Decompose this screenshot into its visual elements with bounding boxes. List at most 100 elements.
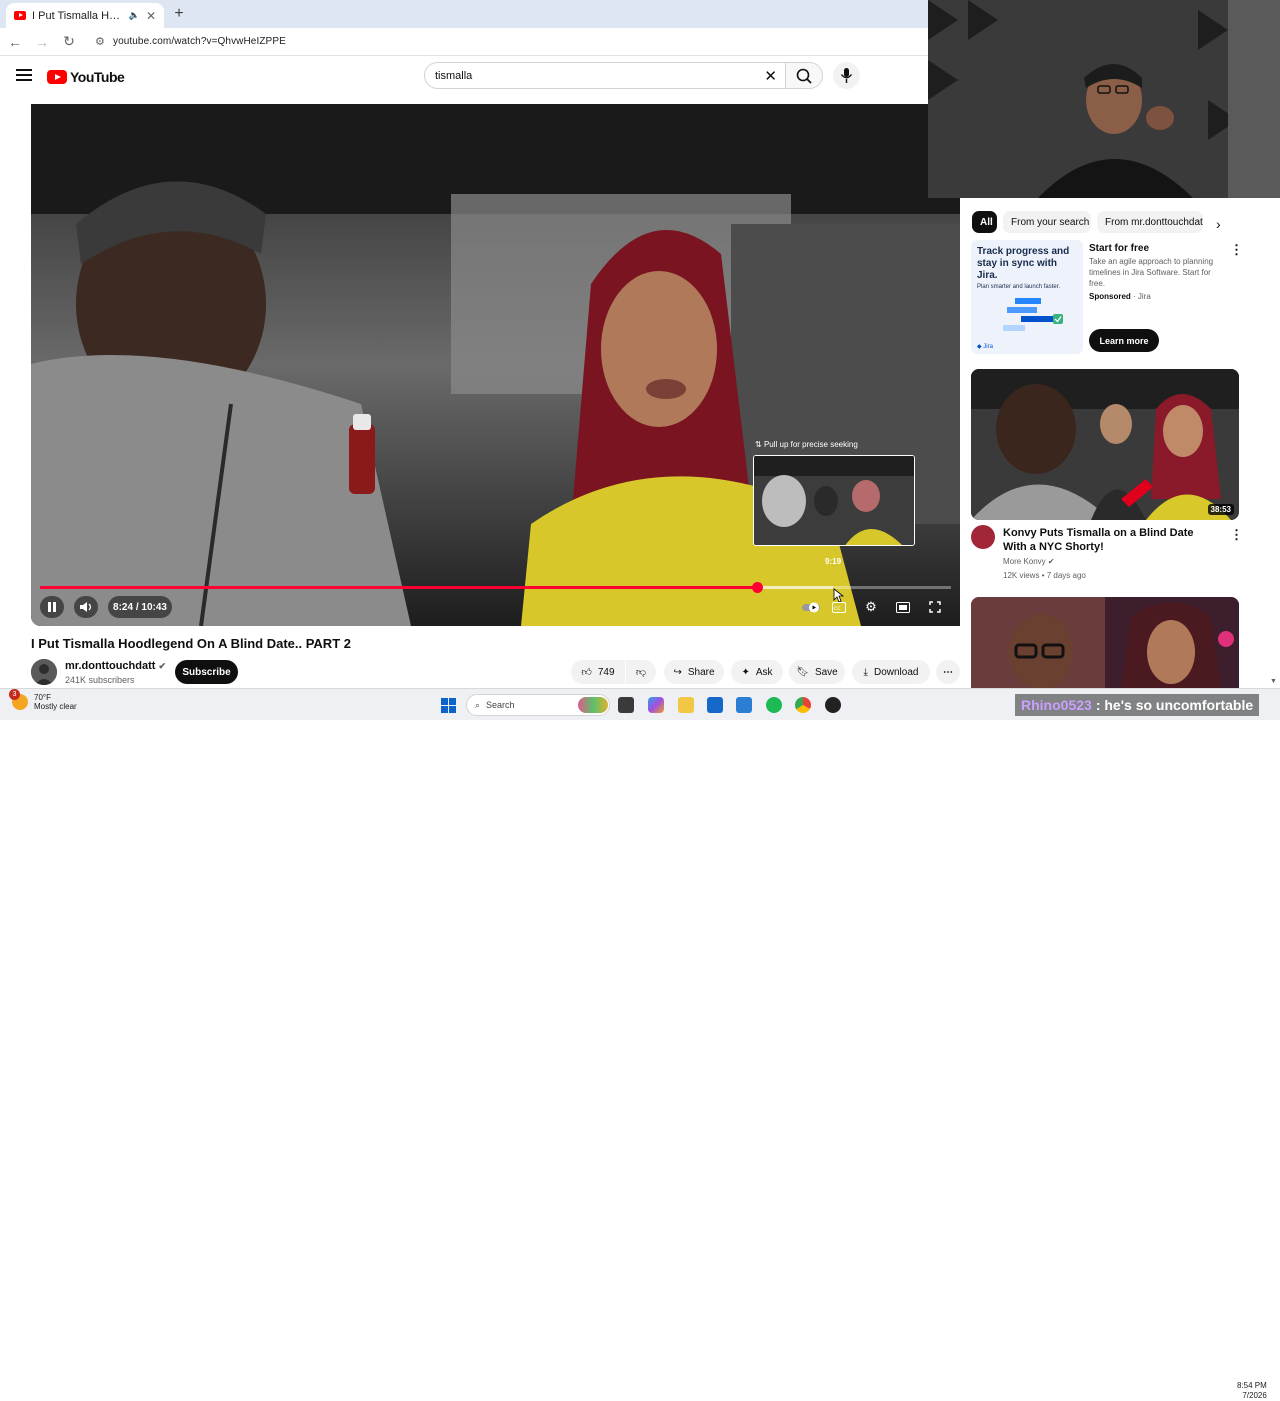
chip-from-channel[interactable]: From mr.donttouchdatt bbox=[1097, 211, 1203, 233]
copilot-icon[interactable] bbox=[648, 697, 664, 713]
close-tab-icon[interactable]: ✕ bbox=[146, 9, 156, 23]
video-more-options-icon[interactable]: ⋮ bbox=[1230, 527, 1243, 543]
search-icon bbox=[796, 68, 812, 84]
svg-text:cc: cc bbox=[834, 605, 841, 612]
scroll-down-arrow-icon[interactable]: ▼ bbox=[1270, 678, 1277, 685]
fullscreen-button[interactable] bbox=[925, 596, 945, 618]
progress-bar[interactable] bbox=[40, 582, 951, 593]
hamburger-menu-icon[interactable] bbox=[16, 69, 32, 83]
channel-avatar[interactable] bbox=[971, 525, 995, 549]
verified-check-icon: ✔ bbox=[1047, 557, 1055, 566]
tab-title: I Put Tismalla Hoodlegend bbox=[32, 9, 123, 22]
ad-more-options-icon[interactable]: ⋮ bbox=[1230, 242, 1243, 258]
learn-more-button[interactable]: Learn more bbox=[1089, 329, 1159, 352]
settings-gear-icon[interactable]: ⚙ bbox=[861, 596, 881, 618]
ad-title[interactable]: Start for free bbox=[1089, 243, 1149, 254]
ad-description: Take an agile approach to planning timel… bbox=[1089, 257, 1214, 288]
clock-date: 7/2026 bbox=[1242, 1391, 1267, 1400]
site-info-icon[interactable]: ⚙ bbox=[95, 35, 105, 48]
theater-mode-button[interactable] bbox=[893, 596, 913, 618]
save-label: Save bbox=[814, 666, 838, 678]
chip-from-your-search[interactable]: From your search bbox=[1003, 211, 1091, 233]
pause-button[interactable] bbox=[40, 596, 64, 618]
player-controls: 8:24 / 10:43 cc ⚙ bbox=[40, 596, 951, 618]
outlook-icon[interactable] bbox=[736, 697, 752, 713]
search-icon: ⌕ bbox=[475, 699, 481, 710]
spotify-icon[interactable] bbox=[766, 697, 782, 713]
video-title: I Put Tismalla Hoodlegend On A Blind Dat… bbox=[31, 636, 351, 651]
share-button[interactable]: ↪ Share bbox=[664, 660, 724, 684]
video-channel[interactable]: More Konvy ✔ bbox=[1003, 557, 1055, 566]
subscribe-button[interactable]: Subscribe bbox=[175, 660, 238, 684]
download-button[interactable]: ⤓ Download bbox=[852, 660, 930, 684]
download-label: Download bbox=[873, 666, 919, 678]
like-button[interactable]: 👍︎ 749 bbox=[571, 660, 625, 684]
search-button[interactable] bbox=[785, 62, 823, 89]
widgets-flowers-icon[interactable] bbox=[578, 697, 608, 713]
browser-tab[interactable]: I Put Tismalla Hoodlegend 🔈 ✕ bbox=[6, 3, 164, 28]
sparkle-icon: ✦ bbox=[741, 666, 750, 678]
progress-played bbox=[40, 586, 757, 589]
ad-chart-graphic bbox=[1003, 298, 1063, 331]
youtube-logo[interactable]: YouTube bbox=[47, 69, 125, 85]
ask-button[interactable]: ✦ Ask bbox=[731, 660, 783, 684]
weather-sun-icon: 3 bbox=[9, 689, 28, 710]
system-clock[interactable]: 8:54 PM 7/2026 bbox=[1237, 1381, 1267, 1401]
upload-age: 7 days ago bbox=[1046, 571, 1086, 580]
browser-nav-bar: ← → ↻ ⚙ youtube.com/watch?v=QhvwHeIZPPE bbox=[0, 28, 928, 56]
address-bar[interactable]: ⚙ youtube.com/watch?v=QhvwHeIZPPE bbox=[95, 35, 286, 48]
sponsored-ad[interactable]: Track progress and stay in sync with Jir… bbox=[971, 240, 1239, 354]
channel-name[interactable]: mr.donttouchdatt ✔ bbox=[65, 660, 166, 672]
preview-time: 9:19 bbox=[825, 557, 842, 566]
mute-button[interactable] bbox=[74, 596, 98, 618]
weather-desc: Mostly clear bbox=[34, 702, 77, 711]
notification-badge: 3 bbox=[9, 689, 20, 700]
terminal-icon[interactable] bbox=[618, 697, 634, 713]
ad-image-headline: Track progress and stay in sync with Jir… bbox=[977, 246, 1070, 281]
voice-search-button[interactable] bbox=[833, 62, 860, 89]
forward-arrow-icon[interactable]: → bbox=[30, 30, 54, 54]
pause-icon bbox=[48, 602, 56, 612]
ad-advertiser: Jira bbox=[1137, 292, 1151, 301]
save-button[interactable]: 🔖︎ Save bbox=[789, 660, 845, 684]
video-player[interactable] bbox=[31, 104, 960, 626]
video-title[interactable]: Konvy Puts Tismalla on a Blind Date With… bbox=[1003, 526, 1219, 554]
ad-image: Track progress and stay in sync with Jir… bbox=[971, 240, 1083, 354]
autoplay-icon bbox=[802, 602, 820, 613]
webcam-image bbox=[928, 0, 1280, 198]
webcam-overlay bbox=[928, 0, 1280, 198]
store-icon[interactable] bbox=[707, 697, 723, 713]
clear-search-icon[interactable]: ✕ bbox=[764, 67, 777, 85]
share-label: Share bbox=[687, 666, 715, 678]
chevron-right-icon[interactable]: › bbox=[1216, 216, 1221, 232]
more-actions-icon[interactable]: ⋯ bbox=[936, 660, 960, 684]
file-explorer-icon[interactable] bbox=[678, 697, 694, 713]
weather-widget[interactable]: 3 70°F Mostly clear bbox=[9, 689, 77, 711]
reload-icon[interactable]: ↻ bbox=[57, 30, 81, 54]
chat-username: Rhino0523 bbox=[1021, 697, 1092, 713]
video-thumbnail[interactable]: 38:53 bbox=[971, 369, 1239, 520]
dislike-button[interactable]: 👎︎ bbox=[626, 660, 656, 684]
new-tab-button[interactable]: + bbox=[170, 5, 188, 23]
video-thumbnail[interactable] bbox=[971, 597, 1239, 688]
progress-scrubber-handle[interactable] bbox=[751, 582, 763, 593]
share-arrow-icon: ↪ bbox=[673, 666, 682, 678]
app-icon[interactable] bbox=[825, 697, 841, 713]
volume-icon[interactable]: 🔈 bbox=[129, 10, 140, 21]
view-count: 12K views bbox=[1003, 571, 1040, 580]
duration-badge: 38:53 bbox=[1207, 504, 1234, 515]
autoplay-toggle[interactable] bbox=[800, 596, 822, 618]
captions-button[interactable]: cc bbox=[829, 596, 849, 618]
youtube-header: YouTube tismalla ✕ bbox=[0, 56, 960, 98]
stream-chat-overlay: Rhino0523: he's so uncomfortable bbox=[1015, 694, 1260, 716]
ad-image-sub: Plan smarter and launch faster. bbox=[977, 284, 1061, 290]
search-input[interactable]: tismalla ✕ bbox=[424, 62, 786, 89]
back-arrow-icon[interactable]: ← bbox=[3, 30, 27, 54]
chrome-icon[interactable] bbox=[795, 697, 811, 713]
verified-check-icon: ✔ bbox=[158, 661, 167, 671]
chip-all[interactable]: All bbox=[972, 211, 997, 233]
chat-message: : he's so uncomfortable bbox=[1095, 697, 1254, 713]
windows-start-icon[interactable] bbox=[441, 698, 456, 713]
seek-preview-thumbnail bbox=[753, 455, 915, 546]
channel-avatar[interactable] bbox=[31, 659, 57, 685]
